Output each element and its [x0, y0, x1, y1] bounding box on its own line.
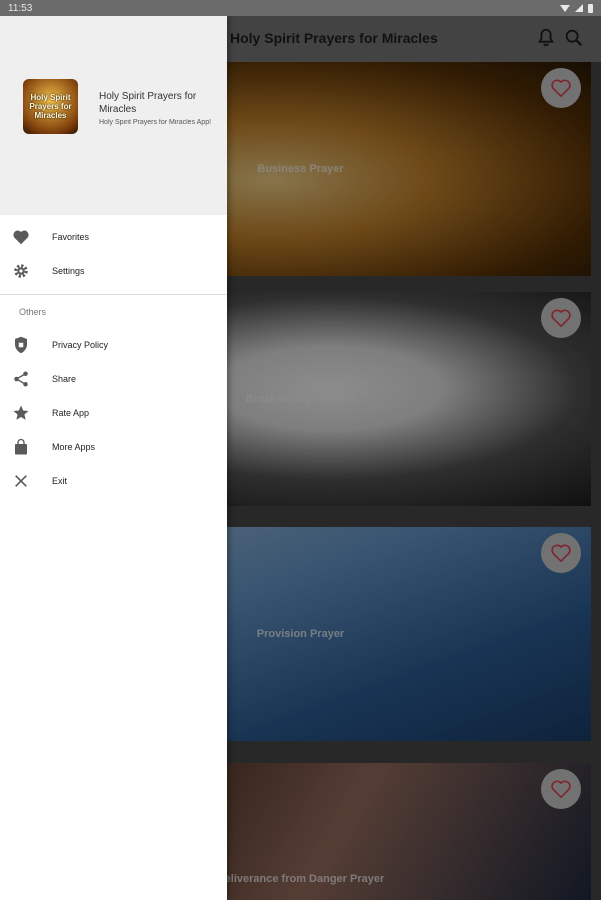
drawer-header: Holy Spirit Prayers for Miracles Holy Sp… [0, 16, 227, 215]
menu-item-more-apps[interactable]: More Apps [0, 430, 227, 464]
drawer-app-subtitle: Holy Spirit Prayers for Miracles App! [99, 119, 212, 126]
share-icon [11, 369, 31, 389]
menu-item-label: Settings [52, 266, 85, 276]
navigation-drawer: Holy Spirit Prayers for Miracles Holy Sp… [0, 16, 227, 900]
menu-item-label: Privacy Policy [52, 340, 109, 350]
shopping-bag-icon [11, 437, 31, 457]
close-icon [11, 471, 31, 491]
menu-item-share[interactable]: Share [0, 362, 227, 396]
menu-item-settings[interactable]: Settings [0, 254, 227, 288]
menu-item-label: Share [52, 374, 77, 384]
menu-item-label: Favorites [52, 232, 90, 242]
wifi-icon [560, 4, 570, 12]
menu-item-label: More Apps [52, 442, 96, 452]
menu-item-exit[interactable]: Exit [0, 464, 227, 498]
menu-item-label: Exit [52, 476, 68, 486]
app-logo: Holy Spirit Prayers for Miracles [23, 79, 78, 134]
menu-item-rate-app[interactable]: Rate App [0, 396, 227, 430]
app-logo-text-line: Prayers for [29, 102, 72, 111]
gear-icon [11, 261, 31, 281]
status-icons [560, 3, 593, 13]
drawer-app-name: Holy Spirit Prayers for Miracles [99, 91, 197, 115]
battery-icon [588, 3, 593, 13]
app-logo-text-line: Holy Spirit [30, 93, 71, 102]
menu-item-privacy-policy[interactable]: Privacy Policy [0, 328, 227, 362]
app-logo-text-line: Miracles [34, 111, 67, 120]
section-title-others: Others [19, 307, 47, 317]
status-bar: 11:53 [0, 0, 601, 16]
signal-icon [575, 4, 583, 12]
menu-divider [0, 294, 227, 295]
shield-icon [11, 335, 31, 355]
menu-item-favorites[interactable]: Favorites [0, 220, 227, 254]
status-time: 11:53 [8, 2, 33, 14]
menu-item-label: Rate App [52, 408, 90, 418]
heart-icon [11, 227, 31, 247]
star-icon [11, 403, 31, 423]
